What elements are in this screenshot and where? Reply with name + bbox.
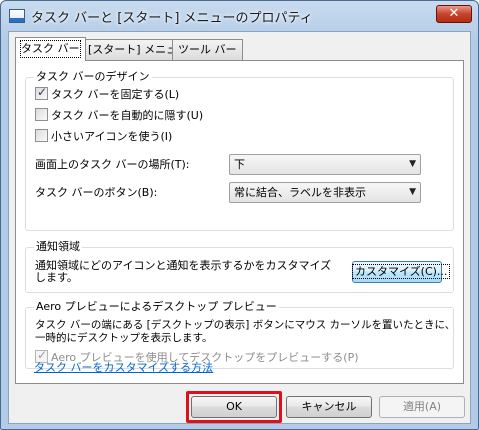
- cancel-button[interactable]: キャンセル: [286, 396, 372, 418]
- location-value: 下: [234, 158, 245, 171]
- location-label: 画面上のタスク バーの場所(T):: [35, 158, 190, 171]
- notification-area-title: 通知領域: [34, 240, 82, 254]
- apply-button-label: 適用(A): [402, 400, 442, 413]
- tab-toolbars-label: ツール バー: [178, 43, 237, 56]
- lock-taskbar-label: タスク バーを固定する(L): [51, 88, 180, 101]
- apply-button[interactable]: 適用(A): [379, 396, 465, 418]
- location-select[interactable]: 下 ▼: [229, 154, 421, 175]
- aero-peek-description-line2: 一時的にデスクトップを表示します。: [35, 332, 213, 344]
- tab-toolbars[interactable]: ツール バー: [172, 39, 243, 60]
- buttons-value: 常に結合、ラベルを非表示: [234, 186, 366, 199]
- tab-taskbar-label: タスク バー: [20, 40, 81, 58]
- dialog-client-area: タスク バー [スタート] メニュー ツール バー タスク バーのデザイン タス…: [8, 31, 471, 424]
- tab-taskbar[interactable]: タスク バー: [15, 37, 86, 61]
- taskbar-design-group: タスク バーのデザイン タスク バーを固定する(L) タスク バーを自動的に隠す…: [25, 70, 454, 231]
- checkbox-box: [35, 129, 48, 142]
- checkmark-icon: [35, 85, 48, 100]
- chevron-down-icon: ▼: [409, 159, 416, 169]
- cancel-button-label: キャンセル: [301, 400, 357, 413]
- properties-window: タスク バーと [スタート] メニューのプロパティ ✕ タスク バー [スタート…: [0, 0, 479, 430]
- customize-button-label: カスタマイズ(C)...: [351, 264, 451, 279]
- auto-hide-label: タスク バーを自動的に隠す(U): [51, 109, 204, 122]
- lock-taskbar-checkbox[interactable]: タスク バーを固定する(L): [35, 85, 180, 103]
- ok-button-label: OK: [226, 400, 242, 413]
- taskbar-properties-icon: [9, 9, 25, 23]
- ok-button[interactable]: OK: [191, 396, 277, 418]
- window-title: タスク バーと [スタート] メニューのプロパティ: [31, 11, 313, 26]
- close-icon: ✕: [448, 6, 460, 21]
- notification-area-group: 通知領域 通知領域にどのアイコンと通知を表示するかをカスタマイズします。 カスタ…: [25, 240, 454, 293]
- notification-area-description: 通知領域にどのアイコンと通知を表示するかをカスタマイズします。: [35, 259, 332, 284]
- small-icons-checkbox[interactable]: 小さいアイコンを使う(I): [35, 129, 172, 145]
- help-link[interactable]: タスク バーをカスタマイズする方法: [34, 359, 213, 375]
- title-bar[interactable]: タスク バーと [スタート] メニューのプロパティ ✕: [1, 1, 478, 31]
- chevron-down-icon: ▼: [409, 187, 416, 197]
- close-button[interactable]: ✕: [436, 5, 472, 23]
- aero-peek-title: Aero プレビューによるデスクトップ プレビュー: [34, 300, 279, 314]
- tab-page-taskbar: タスク バーのデザイン タスク バーを固定する(L) タスク バーを自動的に隠す…: [15, 60, 464, 384]
- auto-hide-checkbox[interactable]: タスク バーを自動的に隠す(U): [35, 108, 203, 124]
- buttons-select[interactable]: 常に結合、ラベルを非表示 ▼: [229, 182, 421, 203]
- small-icons-label: 小さいアイコンを使う(I): [51, 130, 173, 143]
- taskbar-design-title: タスク バーのデザイン: [34, 70, 152, 84]
- checkbox-box: [35, 108, 48, 121]
- buttons-label: タスク バーのボタン(B):: [35, 186, 158, 199]
- customize-button[interactable]: カスタマイズ(C)...: [351, 261, 451, 283]
